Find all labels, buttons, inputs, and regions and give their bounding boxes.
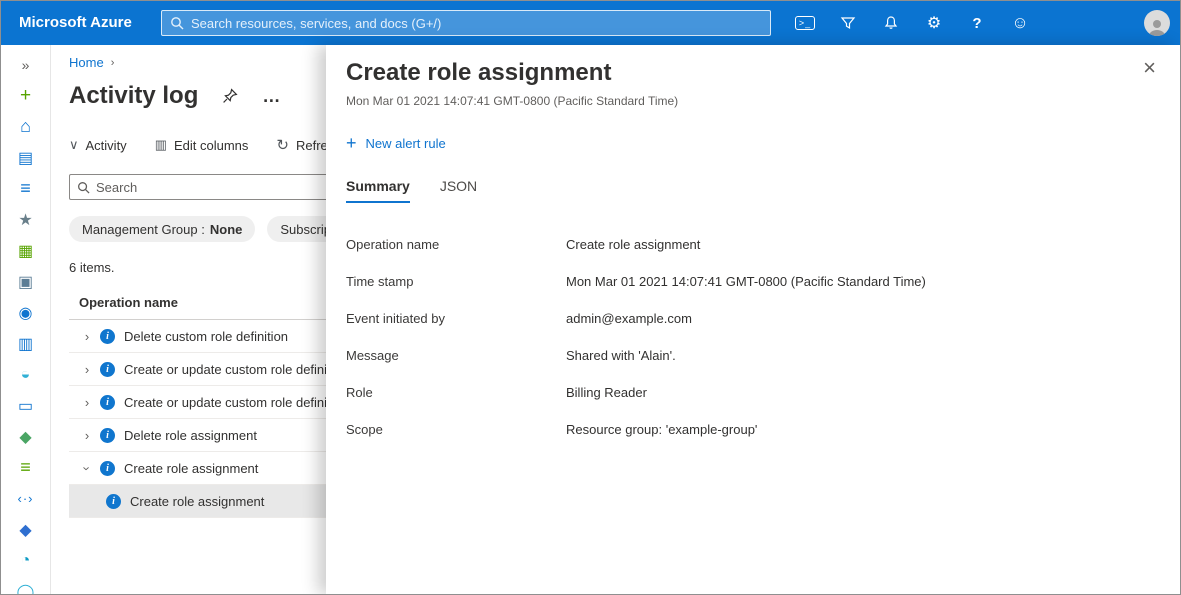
monitor-icon[interactable]: ◔ (1, 545, 51, 576)
detail-label: Message (346, 346, 566, 366)
detail-label: Event initiated by (346, 309, 566, 329)
expand-chevron-icon[interactable]: › (79, 362, 95, 377)
detail-value: Mon Mar 01 2021 14:07:41 GMT-0800 (Pacif… (566, 272, 926, 292)
expand-chevron-icon[interactable]: › (79, 395, 95, 410)
left-sidebar: » + ⌂ ▤ ≡ ★ ▦ ▣ ◉ ▥ ◒ ▭ ◆ ≡ ‹·› ◆ ◔ ◯ (1, 45, 51, 594)
top-bar: Microsoft Azure >_ ⚙ ? ☺ (1, 1, 1180, 45)
detail-value: Create role assignment (566, 235, 700, 255)
search-icon (170, 16, 184, 30)
activity-dropdown[interactable]: ∨ Activity (69, 137, 127, 153)
azure-brand[interactable]: Microsoft Azure (19, 1, 132, 45)
pin-icon[interactable] (222, 88, 238, 104)
help-icon[interactable]: ? (967, 13, 987, 33)
detail-label: Role (346, 383, 566, 403)
home-icon[interactable]: ⌂ (1, 111, 51, 142)
new-alert-rule-button[interactable]: + New alert rule (346, 134, 446, 152)
refresh-icon: ↻ (276, 136, 289, 154)
summary-details: Operation name Create role assignment Ti… (346, 235, 1160, 440)
sql-databases-icon[interactable]: ▥ (1, 328, 51, 359)
detail-label: Scope (346, 420, 566, 440)
tab-summary[interactable]: Summary (346, 178, 410, 203)
person-icon (1147, 18, 1167, 36)
panel-tabs: Summary JSON (346, 178, 1160, 203)
cloud-shell-icon[interactable]: >_ (795, 13, 815, 33)
row-label: Create or update custom role definition (124, 395, 348, 410)
feedback-smiley-icon[interactable]: ☺ (1010, 13, 1030, 33)
info-icon: i (100, 428, 115, 443)
management-group-filter-pill[interactable]: Management Group : None (69, 216, 255, 242)
detail-row: Role Billing Reader (346, 383, 1160, 403)
expand-chevron-icon[interactable]: › (79, 329, 95, 344)
expand-chevron-icon[interactable]: › (79, 428, 95, 443)
breadcrumb-home-link[interactable]: Home (69, 55, 104, 70)
close-icon[interactable]: × (1143, 57, 1156, 79)
info-icon: i (100, 395, 115, 410)
row-label: Create or update custom role definition (124, 362, 348, 377)
panel-subtitle: Mon Mar 01 2021 14:07:41 GMT-0800 (Pacif… (346, 94, 1160, 108)
search-icon (77, 181, 90, 194)
global-search[interactable] (161, 10, 771, 36)
all-resources-icon[interactable]: ▦ (1, 235, 51, 266)
info-icon: i (106, 494, 121, 509)
detail-value: Resource group: 'example-group' (566, 420, 757, 440)
items-count: 6 items. (69, 260, 149, 275)
filter-search-input[interactable] (96, 180, 361, 195)
azure-portal: Microsoft Azure >_ ⚙ ? ☺ » + ⌂ ▤ ≡ ★ ▦ (0, 0, 1181, 595)
info-icon: i (100, 461, 115, 476)
dashboard-icon[interactable]: ▤ (1, 142, 51, 173)
storage-accounts-icon[interactable]: ≡ (1, 452, 51, 483)
breadcrumb-chevron-icon: › (111, 57, 115, 69)
row-label: Create role assignment (130, 494, 264, 509)
directory-filter-icon[interactable] (838, 13, 858, 33)
edit-columns-button[interactable]: ▥ Edit columns (155, 137, 249, 153)
detail-value: Shared with 'Alain'. (566, 346, 676, 366)
notifications-bell-icon[interactable] (881, 13, 901, 33)
detail-row: Time stamp Mon Mar 01 2021 14:07:41 GMT-… (346, 272, 1160, 292)
sidebar-collapse-chevron-icon[interactable]: » (1, 49, 51, 80)
more-options-ellipsis-icon[interactable]: … (262, 86, 280, 107)
more-service-icon[interactable]: ◯ (1, 576, 51, 595)
detail-row: Operation name Create role assignment (346, 235, 1160, 255)
detail-value: admin@example.com (566, 309, 692, 329)
load-balancers-icon[interactable]: ◆ (1, 421, 51, 452)
tab-json[interactable]: JSON (440, 178, 477, 203)
info-icon: i (100, 329, 115, 344)
row-label: Delete custom role definition (124, 329, 288, 344)
row-label: Delete role assignment (124, 428, 257, 443)
favorites-star-icon[interactable]: ★ (1, 204, 51, 235)
filter-search-box[interactable] (69, 174, 369, 200)
resource-groups-icon[interactable]: ▣ (1, 266, 51, 297)
detail-row: Event initiated by admin@example.com (346, 309, 1160, 329)
page-title: Activity log (69, 82, 198, 110)
settings-gear-icon[interactable]: ⚙ (924, 13, 944, 33)
all-services-icon[interactable]: ≡ (1, 173, 51, 204)
avatar[interactable] (1144, 10, 1170, 36)
breadcrumb: Home › (69, 55, 139, 70)
columns-icon: ▥ (155, 137, 167, 153)
row-label: Create role assignment (124, 461, 258, 476)
app-services-icon[interactable]: ◉ (1, 297, 51, 328)
topbar-icons: >_ ⚙ ? ☺ (795, 1, 1030, 45)
virtual-networks-icon[interactable]: ‹·› (1, 483, 51, 514)
panel-title: Create role assignment (346, 59, 1160, 87)
plus-icon: + (346, 134, 357, 152)
info-icon: i (100, 362, 115, 377)
detail-label: Time stamp (346, 272, 566, 292)
detail-label: Operation name (346, 235, 566, 255)
global-search-input[interactable] (191, 16, 762, 31)
collapse-chevron-icon[interactable]: › (80, 460, 95, 476)
create-resource-icon[interactable]: + (1, 80, 51, 111)
azure-ad-icon[interactable]: ◆ (1, 514, 51, 545)
event-detail-panel: × Create role assignment Mon Mar 01 2021… (326, 45, 1180, 594)
cosmos-db-icon[interactable]: ◒ (1, 359, 51, 390)
detail-row: Message Shared with 'Alain'. (346, 346, 1160, 366)
detail-row: Scope Resource group: 'example-group' (346, 420, 1160, 440)
chevron-down-icon: ∨ (69, 137, 79, 153)
detail-value: Billing Reader (566, 383, 647, 403)
virtual-machines-icon[interactable]: ▭ (1, 390, 51, 421)
